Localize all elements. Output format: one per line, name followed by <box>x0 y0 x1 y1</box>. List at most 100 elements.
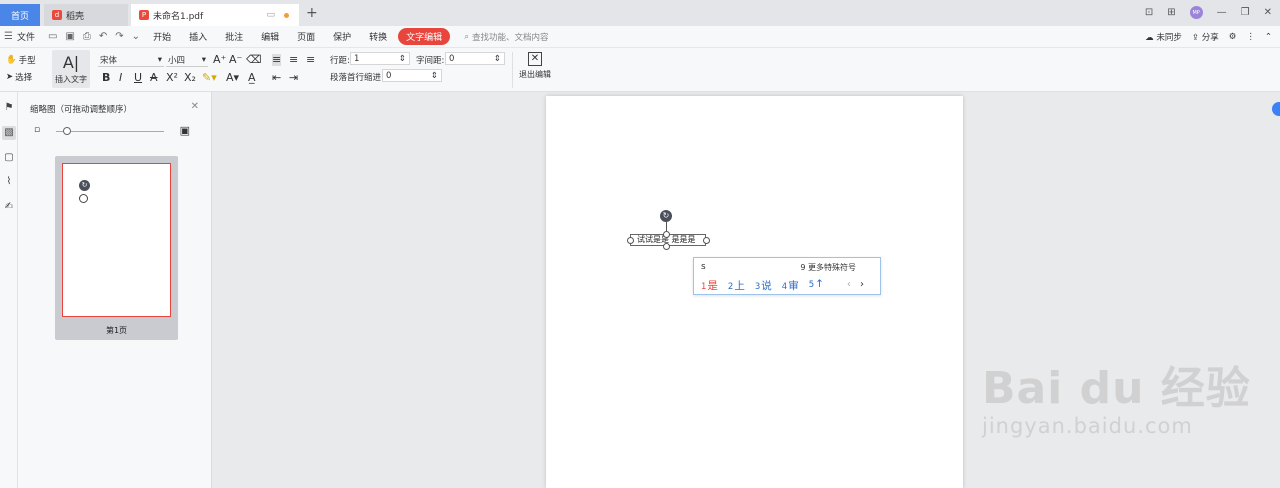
resize-handle-left[interactable] <box>627 237 634 244</box>
underline-icon[interactable]: U <box>134 72 142 84</box>
chevron-down-icon[interactable]: ⌄ <box>132 31 140 42</box>
settings-icon[interactable]: ⚙ <box>1229 32 1237 42</box>
resize-handle-right[interactable] <box>703 237 710 244</box>
superscript-icon[interactable]: X² <box>166 72 178 84</box>
close-icon[interactable]: ✕ <box>191 101 199 112</box>
collapse-icon[interactable]: ⌃ <box>1265 32 1272 42</box>
menu-start[interactable]: 开始 <box>144 30 180 43</box>
undo-icon[interactable]: ↶ <box>99 31 107 42</box>
attachment-icon[interactable]: ⌇ <box>2 175 16 189</box>
open-folder-icon[interactable]: ▭ <box>48 31 57 42</box>
ime-more-symbols[interactable]: 9 更多特殊符号 <box>800 262 856 273</box>
menu-insert[interactable]: 插入 <box>180 30 216 43</box>
font-name-select[interactable]: 宋体 ▾ <box>98 54 164 67</box>
char-spacing-input[interactable]: 0 ⇕ <box>445 52 505 65</box>
align-center-icon[interactable]: ≡ <box>289 54 298 66</box>
thumbnail-zoom-slider[interactable]: ▫ ▣ <box>34 124 190 137</box>
more-icon[interactable]: ⋮ <box>1246 32 1255 42</box>
menu-edit[interactable]: 编辑 <box>252 30 288 43</box>
tab-daoke[interactable]: d 稻壳 <box>44 4 128 26</box>
eraser-icon[interactable]: ⌫ <box>246 54 262 66</box>
stepper-icon: ⇕ <box>493 53 501 64</box>
signature-icon[interactable]: ✍ <box>2 200 16 214</box>
sync-button[interactable]: ☁ 未同步 <box>1145 31 1182 43</box>
search-icon: ⌕ <box>464 31 469 42</box>
save-icon[interactable]: ▣ <box>65 31 74 42</box>
ime-candidate[interactable]: 1是 <box>701 278 718 293</box>
menu-annotate[interactable]: 批注 <box>216 30 252 43</box>
ime-candidate[interactable]: 4审 <box>782 278 799 293</box>
insert-text-button[interactable]: A| 插入文字 <box>52 50 90 88</box>
ime-candidate[interactable]: 2上 <box>728 278 745 293</box>
menu-page[interactable]: 页面 <box>288 30 324 43</box>
bookmark-icon[interactable]: ⚑ <box>2 101 16 115</box>
line-spacing-value: 1 <box>354 53 360 64</box>
ime-candidate[interactable]: 5↑ <box>809 278 824 293</box>
hamburger-icon[interactable]: ☰ <box>4 31 13 42</box>
share-label: 分享 <box>1201 33 1219 43</box>
share-icon: ⇪ <box>1191 33 1200 43</box>
share-button[interactable]: ⇪ 分享 <box>1192 31 1219 43</box>
ribbon: ✋ 手型 ➤ 选择 A| 插入文字 宋体 ▾ 小四 ▾ A⁺ A⁻ ⌫ B I U A … <box>0 48 1280 92</box>
tab-home[interactable]: 首页 <box>0 4 40 26</box>
ime-candidate-window: s 9 更多特殊符号 1是 2上 3说 4审 5↑ ‹ › <box>693 257 881 295</box>
indent-increase-icon[interactable]: ⇥ <box>289 72 298 84</box>
search-input[interactable]: ⌕ 查找功能、文档内容 <box>464 31 548 43</box>
ime-next-icon[interactable]: › <box>860 279 864 290</box>
text-cursor-icon: A| <box>62 52 80 72</box>
indent-decrease-icon[interactable]: ⇤ <box>272 72 281 84</box>
italic-icon[interactable]: I <box>119 72 122 84</box>
zoom-track[interactable] <box>56 131 164 132</box>
ime-candidate[interactable]: 3说 <box>755 278 772 293</box>
strikethrough-icon[interactable]: A <box>150 72 158 84</box>
font-size-select[interactable]: 小四 ▾ <box>166 54 208 67</box>
resize-handle-top[interactable] <box>663 231 670 238</box>
menu-protect[interactable]: 保护 <box>324 30 360 43</box>
close-icon[interactable]: ✕ <box>1264 7 1272 18</box>
menu-convert[interactable]: 转换 <box>360 30 396 43</box>
font-shrink-icon[interactable]: A⁻ <box>229 54 242 66</box>
align-left-icon[interactable]: ≡ <box>272 54 282 66</box>
assistant-icon[interactable] <box>1272 102 1280 116</box>
font-grow-icon[interactable]: A⁺ <box>213 54 226 66</box>
comment-icon[interactable]: ▭ <box>266 10 275 20</box>
bold-icon[interactable]: B <box>102 72 110 84</box>
avatar[interactable]: MP <box>1189 6 1203 19</box>
line-spacing-label: 行距: <box>330 56 350 66</box>
small-image-icon[interactable]: ▫ <box>34 125 40 135</box>
grid-icon[interactable]: ⊞ <box>1167 7 1175 18</box>
add-tab-button[interactable]: + <box>306 6 318 20</box>
hand-icon: ✋ <box>6 55 17 65</box>
line-spacing-input[interactable]: 1 ⇕ <box>350 52 410 65</box>
font-color-icon[interactable]: A▾ <box>226 72 239 84</box>
font-size-value: 小四 <box>168 56 186 66</box>
layout-icon[interactable]: ⊡ <box>1145 7 1153 18</box>
print-icon[interactable]: ⎙ <box>83 31 91 42</box>
indent-input[interactable]: 0 ⇕ <box>382 69 442 82</box>
ime-prev-icon[interactable]: ‹ <box>847 279 851 290</box>
zoom-knob[interactable] <box>62 127 71 135</box>
menu-file[interactable]: 文件 <box>17 30 44 43</box>
redo-icon[interactable]: ↷ <box>115 31 123 42</box>
thumbnail-panel: 缩略图（可拖动调整顺序） ✕ ▫ ▣ ↻ 第1页 <box>18 92 212 488</box>
exit-edit-button[interactable]: ✕ 退出编辑 <box>517 52 553 80</box>
large-image-icon[interactable]: ▣ <box>180 124 190 137</box>
page-thumbnail[interactable]: ↻ 第1页 <box>55 156 178 340</box>
tab-document[interactable]: P 未命名1.pdf ▭ <box>131 4 299 26</box>
select-tool-button[interactable]: ➤ 选择 <box>6 71 32 83</box>
hand-tool-button[interactable]: ✋ 手型 <box>6 54 36 66</box>
thumbnail-icon[interactable]: ▧ <box>2 126 16 140</box>
rotate-icon[interactable]: ↻ <box>660 210 672 222</box>
ime-candidates: 1是 2上 3说 4审 5↑ <box>701 278 824 293</box>
maximize-icon[interactable]: ❐ <box>1241 7 1250 18</box>
menu-text-edit[interactable]: 文字编辑 <box>398 28 451 45</box>
divider <box>512 52 513 88</box>
subscript-icon[interactable]: X₂ <box>184 72 196 84</box>
char-shading-icon[interactable]: A̲ <box>248 72 256 84</box>
resize-handle-bottom[interactable] <box>663 243 670 250</box>
comment-icon[interactable]: ▢ <box>2 151 16 165</box>
ime-page-nav: ‹ › <box>847 279 864 290</box>
minimize-icon[interactable]: — <box>1217 7 1227 18</box>
highlight-icon[interactable]: ✎▾ <box>202 72 217 84</box>
align-right-icon[interactable]: ≡ <box>306 54 315 66</box>
